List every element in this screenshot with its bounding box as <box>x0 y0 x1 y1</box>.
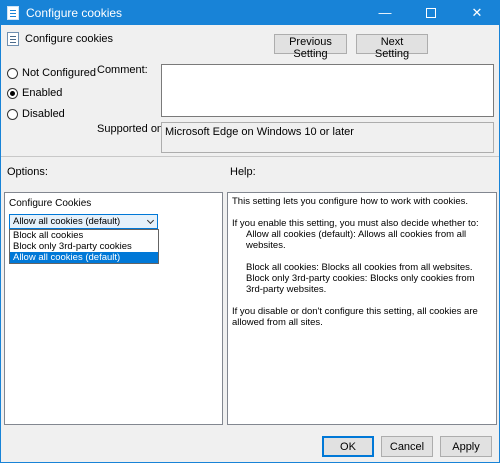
options-label: Options: <box>7 166 48 178</box>
close-button[interactable]: ✕ <box>455 1 499 25</box>
chevron-down-icon <box>146 216 155 225</box>
ok-button[interactable]: OK <box>322 436 374 457</box>
help-enable-line: If you enable this setting, you must als… <box>232 218 479 229</box>
radio-label: Enabled <box>22 87 63 99</box>
help-block-all-line: Block all cookies: Blocks all cookies fr… <box>246 262 473 273</box>
policy-setting-icon <box>7 32 19 46</box>
dropdown-option-selected[interactable]: Allow all cookies (default) <box>10 252 158 263</box>
supported-on-label: Supported on: <box>97 123 167 135</box>
help-allow-line: Allow all cookies (default): Allows all … <box>246 229 467 251</box>
radio-circle <box>7 109 18 120</box>
configure-cookies-select[interactable]: Allow all cookies (default) <box>9 214 158 229</box>
options-panel: Configure Cookies Allow all cookies (def… <box>4 192 223 425</box>
cookies-dropdown-list: Block all cookies Block only 3rd-party c… <box>9 229 159 264</box>
radio-circle <box>7 68 18 79</box>
comment-field[interactable] <box>161 64 494 117</box>
radio-label: Disabled <box>22 108 65 120</box>
section-divider <box>1 156 499 157</box>
help-intro: This setting lets you configure how to w… <box>232 196 469 207</box>
configure-cookies-label: Configure Cookies <box>9 198 92 209</box>
next-setting-button[interactable]: Next Setting <box>356 34 428 60</box>
help-disable-line: If you disable or don't configure this s… <box>232 306 478 328</box>
dialog-window: Configure cookies — ✕ Configure cookies … <box>0 0 500 463</box>
previous-setting-button[interactable]: Previous Setting <box>274 34 347 60</box>
maximize-icon <box>426 8 436 18</box>
radio-circle-selected <box>7 88 18 99</box>
setting-title: Configure cookies <box>25 33 114 45</box>
title-bar[interactable]: Configure cookies — ✕ <box>1 1 499 25</box>
help-panel[interactable]: This setting lets you configure how to w… <box>227 192 497 425</box>
dropdown-option[interactable]: Block all cookies <box>10 230 158 241</box>
comment-label: Comment: <box>97 64 148 76</box>
select-value: Allow all cookies (default) <box>13 216 121 227</box>
help-text: This setting lets you configure how to w… <box>232 196 494 339</box>
apply-button[interactable]: Apply <box>440 436 492 457</box>
help-block-3rd-line: Block only 3rd-party cookies: Blocks onl… <box>246 273 475 295</box>
radio-label: Not Configured <box>22 67 96 79</box>
dropdown-option[interactable]: Block only 3rd-party cookies <box>10 241 158 252</box>
minimize-button[interactable]: — <box>363 1 407 25</box>
cancel-button[interactable]: Cancel <box>381 436 433 457</box>
help-label: Help: <box>230 166 256 178</box>
supported-on-field[interactable]: Microsoft Edge on Windows 10 or later <box>161 122 494 153</box>
policy-document-icon <box>7 6 19 20</box>
maximize-button[interactable] <box>409 1 453 25</box>
supported-on-value: Microsoft Edge on Windows 10 or later <box>165 126 354 138</box>
window-title: Configure cookies <box>26 6 123 20</box>
